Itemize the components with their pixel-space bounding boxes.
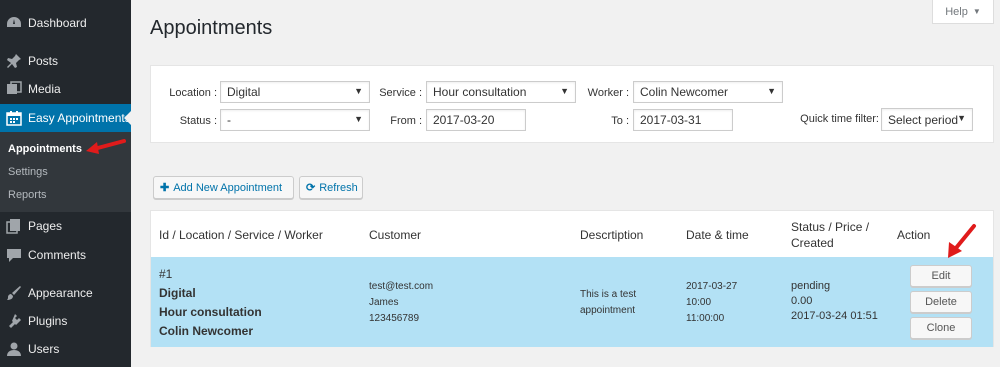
submenu-item-reports[interactable]: Reports	[8, 189, 47, 201]
sidebar-item-appearance[interactable]: Appearance	[0, 279, 131, 307]
customer-email: test@test.com	[369, 281, 434, 292]
submenu-item-appointments[interactable]: Appointments	[8, 143, 82, 155]
customer-cell: test@test.com James 123456789	[369, 279, 433, 327]
sidebar-item-label: Easy Appointments	[28, 111, 131, 125]
chevron-down-icon: ▼	[560, 86, 569, 96]
sidebar-item-users[interactable]: Users	[0, 335, 131, 363]
refresh-icon: ⟳	[306, 182, 316, 194]
column-header-date-time: Date & time	[686, 228, 749, 242]
media-icon	[5, 80, 23, 98]
chevron-down-icon: ▼	[957, 113, 966, 123]
id-cell: #1 Digital Hour consultation Colin Newco…	[159, 265, 262, 341]
service-select-value: Hour consultation	[433, 85, 527, 99]
chevron-down-icon: ▼	[972, 7, 981, 16]
sidebar-item-dashboard[interactable]: Dashboard	[0, 9, 131, 37]
appointments-table: Id / Location / Service / Worker Custome…	[150, 210, 994, 347]
annotation-arrow-icon	[948, 224, 976, 258]
clone-button[interactable]: Clone	[910, 317, 972, 339]
sidebar-item-label: Appearance	[28, 286, 93, 300]
to-label: To :	[611, 115, 629, 127]
column-header-id: Id / Location / Service / Worker	[159, 228, 323, 242]
plus-icon: ✚	[160, 182, 170, 194]
from-date-input[interactable]: 2017-03-20	[426, 109, 526, 131]
column-header-status: Status / Price / Created	[791, 220, 870, 250]
plugin-icon	[5, 312, 23, 330]
sidebar-item-label: Dashboard	[28, 16, 87, 30]
add-new-appointment-label: Add New Appointment	[173, 181, 283, 194]
sidebar-item-label: Media	[28, 82, 61, 96]
appointment-created: 2017-03-24 01:51	[791, 310, 878, 322]
pin-icon	[5, 52, 23, 70]
status-select[interactable]: - ▼	[220, 109, 370, 131]
admin-sidebar: Dashboard Posts Media Easy Appointments …	[0, 0, 131, 367]
add-new-appointment-button[interactable]: ✚ Add New Appointment	[153, 176, 294, 199]
quick-time-filter-value: Select period	[888, 112, 959, 127]
appointment-worker: Colin Newcomer	[159, 324, 254, 338]
sidebar-item-label: Pages	[28, 219, 63, 233]
chevron-down-icon: ▼	[354, 86, 363, 96]
to-date-input[interactable]: 2017-03-31	[633, 109, 733, 131]
appointment-date: 2017-03-27	[686, 281, 738, 292]
sidebar-item-comments[interactable]: Comments	[0, 241, 131, 269]
dashboard-icon	[5, 14, 23, 32]
chevron-down-icon: ▼	[354, 114, 363, 124]
sidebar-item-pages[interactable]: Pages	[0, 212, 131, 240]
worker-select[interactable]: Colin Newcomer ▼	[633, 81, 783, 103]
customer-phone: 123456789	[369, 313, 420, 324]
submenu-item-settings[interactable]: Settings	[8, 166, 48, 178]
location-label: Location :	[169, 87, 217, 99]
appointment-service: Hour consultation	[159, 305, 262, 319]
filter-panel: Location : Digital ▼ Service : Hour cons…	[150, 65, 994, 143]
description-cell: This is a test appointment	[580, 289, 637, 316]
sidebar-item-media[interactable]: Media	[0, 75, 131, 103]
sidebar-item-easy-appointments[interactable]: Easy Appointments	[0, 104, 131, 132]
status-select-value: -	[227, 113, 231, 127]
appointment-id: #1	[159, 267, 173, 281]
help-tab[interactable]: Help ▼	[932, 0, 994, 24]
user-icon	[5, 340, 23, 358]
from-label: From :	[390, 115, 422, 127]
column-header-customer: Customer	[369, 228, 422, 242]
quick-time-filter-select[interactable]: Select period ▼	[881, 108, 973, 131]
service-label: Service :	[379, 87, 422, 99]
sidebar-item-label: Users	[28, 342, 60, 356]
brush-icon	[5, 284, 23, 302]
location-select[interactable]: Digital ▼	[220, 81, 370, 103]
status-cell: pending 0.00 2017-03-24 01:51	[791, 279, 878, 324]
service-select[interactable]: Hour consultation ▼	[426, 81, 576, 103]
comment-icon	[5, 246, 23, 264]
refresh-label: Refresh	[319, 181, 358, 194]
annotation-arrow-icon	[86, 139, 126, 154]
customer-name: James	[369, 297, 399, 308]
refresh-button[interactable]: ⟳ Refresh	[299, 176, 363, 199]
calendar-icon	[5, 109, 23, 127]
column-header-description: Descrtiption	[580, 228, 644, 242]
delete-button[interactable]: Delete	[910, 291, 972, 313]
help-label: Help	[945, 5, 968, 18]
edit-button[interactable]: Edit	[910, 265, 972, 287]
pages-icon	[5, 217, 23, 235]
appointment-status: pending	[791, 280, 831, 292]
chevron-down-icon: ▼	[767, 86, 776, 96]
sidebar-item-label: Posts	[28, 54, 59, 68]
table-row[interactable]: #1 Digital Hour consultation Colin Newco…	[151, 257, 993, 347]
appointment-start: 10:00	[686, 297, 712, 308]
location-select-value: Digital	[227, 85, 261, 99]
date-time-cell: 2017-03-27 10:00 11:00:00	[686, 279, 737, 327]
column-header-action: Action	[897, 228, 931, 242]
appointment-price: 0.00	[791, 295, 813, 307]
appointment-end: 11:00:00	[686, 313, 725, 324]
sidebar-item-label: Plugins	[28, 314, 68, 328]
quick-time-filter-label: Quick time filter:	[800, 113, 879, 125]
sidebar-item-posts[interactable]: Posts	[0, 47, 131, 75]
page-title: Appointments	[150, 17, 273, 39]
worker-label: Worker :	[587, 87, 629, 99]
worker-select-value: Colin Newcomer	[640, 85, 729, 99]
sidebar-item-plugins[interactable]: Plugins	[0, 307, 131, 335]
status-label: Status :	[179, 115, 217, 127]
appointment-location: Digital	[159, 286, 196, 300]
sidebar-item-label: Comments	[28, 248, 87, 262]
